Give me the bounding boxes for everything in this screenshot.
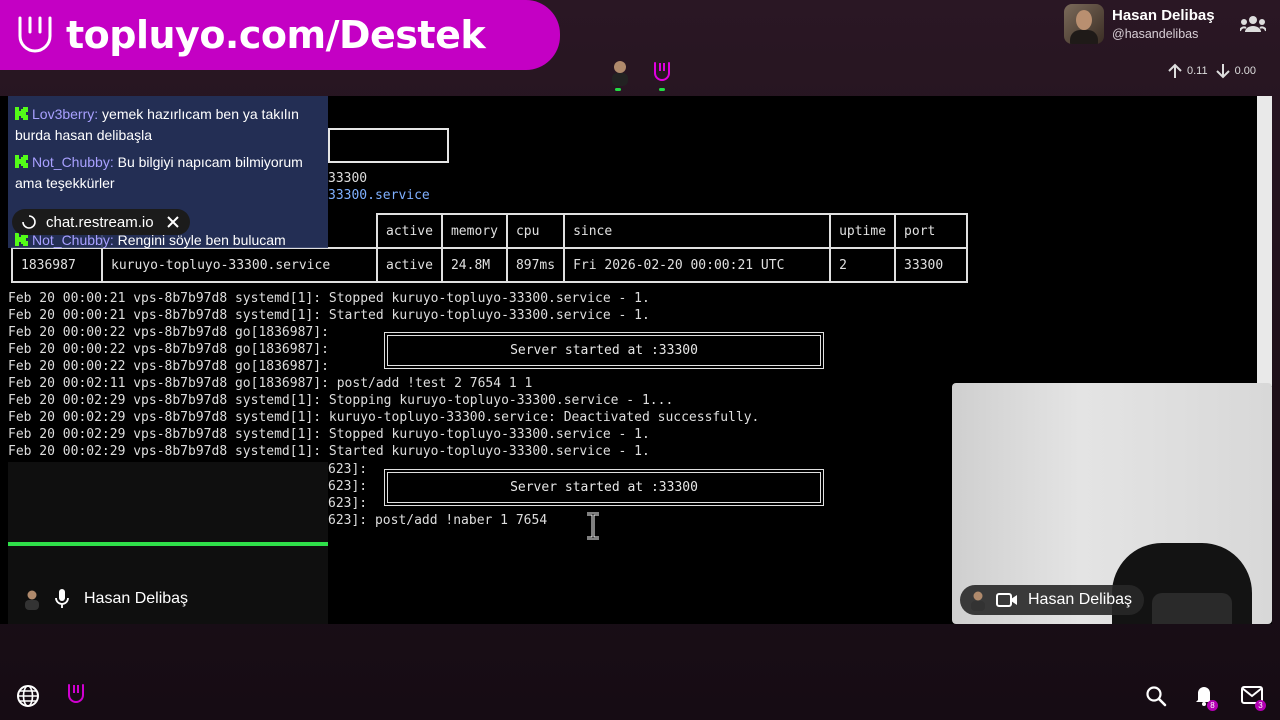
- participant-status-dot: [615, 88, 621, 91]
- table-cell: kuruyo-topluyo-33300.service: [101, 247, 378, 283]
- users-icon[interactable]: [1240, 14, 1266, 34]
- log-line: Feb 20 00:00:22 vps-8b7b97d8 go[1836987]…: [8, 325, 329, 340]
- globe-icon[interactable]: [16, 684, 40, 708]
- video-camera-icon: [996, 593, 1017, 607]
- upload-value: 0.11: [1187, 65, 1208, 77]
- log-line: Feb 20 00:00:22 vps-8b7b97d8 go[1836987]…: [8, 359, 329, 374]
- log-line: Feb 20 00:00:21 vps-8b7b97d8 systemd[1]:…: [8, 308, 650, 323]
- terminal-header-box: [328, 128, 449, 163]
- terminal-line: 33300.service: [328, 188, 430, 203]
- notification-badge: 8: [1207, 700, 1218, 711]
- participant-avatar-icon: [971, 591, 985, 611]
- log-line: 623]: post/add !naber 1 7654: [328, 513, 548, 528]
- table-cell: 897ms: [505, 247, 566, 283]
- table-header: cpu: [505, 213, 566, 249]
- search-icon[interactable]: [1145, 685, 1167, 707]
- log-line: Feb 20 00:02:29 vps-8b7b97d8 systemd[1]:…: [8, 410, 760, 425]
- user-profile[interactable]: Hasan Delibaş @hasandelibas: [1064, 4, 1215, 44]
- webcam-chair-arm: [1152, 593, 1232, 624]
- table-cell: 24.8M: [440, 247, 508, 283]
- participant-label: Hasan Delibaş: [22, 588, 188, 610]
- microphone-icon: [55, 589, 69, 608]
- close-icon[interactable]: [166, 215, 180, 229]
- chat-username: Not_Chubby:: [32, 154, 114, 170]
- topluyo-bot-icon: [654, 62, 670, 81]
- table-cell: Fri 2026-02-20 00:00:21 UTC: [563, 247, 832, 283]
- webcam-name: Hasan Delibaş: [1028, 591, 1133, 608]
- log-line: 623]:: [328, 496, 368, 511]
- server-started-box: Server started at :33300: [384, 332, 824, 369]
- log-line: Feb 20 00:02:29 vps-8b7b97d8 systemd[1]:…: [8, 393, 674, 408]
- table-header: uptime: [829, 213, 897, 249]
- log-line: Feb 20 00:02:11 vps-8b7b97d8 go[1836987]…: [8, 376, 533, 391]
- download-value: 0.00: [1234, 65, 1257, 77]
- terminal-scrollbar[interactable]: [1257, 96, 1272, 386]
- participant-avatar-icon: [25, 590, 39, 610]
- chat-message: Lov3berry: yemek hazırlıcam ben ya takıl…: [15, 104, 325, 146]
- kick-icon: [15, 155, 28, 168]
- profile-name: Hasan Delibaş: [1112, 7, 1215, 24]
- log-line: Feb 20 00:00:21 vps-8b7b97d8 systemd[1]:…: [8, 291, 650, 306]
- table-cell: 2: [829, 247, 897, 283]
- log-line: Feb 20 00:02:29 vps-8b7b97d8 systemd[1]:…: [8, 427, 650, 442]
- banner-url: topluyo.com/Destek: [66, 13, 486, 57]
- speaking-indicator: [8, 542, 328, 546]
- kick-icon: [15, 107, 28, 120]
- restream-url-pill[interactable]: chat.restream.io: [12, 209, 190, 235]
- upload-arrow-icon: [1168, 63, 1182, 78]
- download-arrow-icon: [1215, 64, 1230, 79]
- network-stats: 0.11 0.00: [1166, 62, 1262, 80]
- loading-icon: [22, 215, 36, 229]
- log-line: Feb 20 00:00:22 vps-8b7b97d8 go[1836987]…: [8, 342, 329, 357]
- text-cursor-icon: [587, 512, 599, 540]
- participant-avatar-icon: [612, 61, 628, 86]
- log-line: 623]:: [328, 479, 368, 494]
- table-row: 1836987 kuruyo-topluyo-33300.service act…: [11, 247, 969, 283]
- brand-banner: topluyo.com/Destek: [0, 0, 560, 70]
- log-line: 623]:: [328, 462, 368, 477]
- chat-username: Lov3berry:: [32, 106, 99, 122]
- bot-status-dot: [659, 88, 665, 91]
- table-cell: 1836987: [11, 247, 103, 283]
- table-header: since: [563, 213, 832, 249]
- terminal-line: 33300: [328, 171, 368, 186]
- smile-logo-icon: [18, 16, 52, 53]
- chat-message: Not_Chubby: Bu bilgiyi napıcam bilmiyoru…: [15, 152, 325, 194]
- profile-handle: @hasandelibas: [1112, 27, 1199, 41]
- table-cell: active: [376, 247, 443, 283]
- table-header: active: [376, 213, 443, 249]
- server-started-box: Server started at :33300: [384, 469, 824, 506]
- webcam-label: Hasan Delibaş: [960, 585, 1145, 615]
- avatar[interactable]: [1064, 4, 1104, 44]
- table-header: memory: [440, 213, 508, 249]
- table-header: port: [894, 213, 969, 249]
- mail-badge: 3: [1255, 700, 1266, 711]
- participant-name: Hasan Delibaş: [84, 590, 189, 607]
- topluyo-home-icon[interactable]: [66, 682, 86, 708]
- topluyo-logo: [0, 0, 70, 70]
- log-line: Feb 20 00:02:29 vps-8b7b97d8 systemd[1]:…: [8, 444, 650, 459]
- restream-url: chat.restream.io: [46, 213, 154, 231]
- table-cell: 33300: [894, 247, 969, 283]
